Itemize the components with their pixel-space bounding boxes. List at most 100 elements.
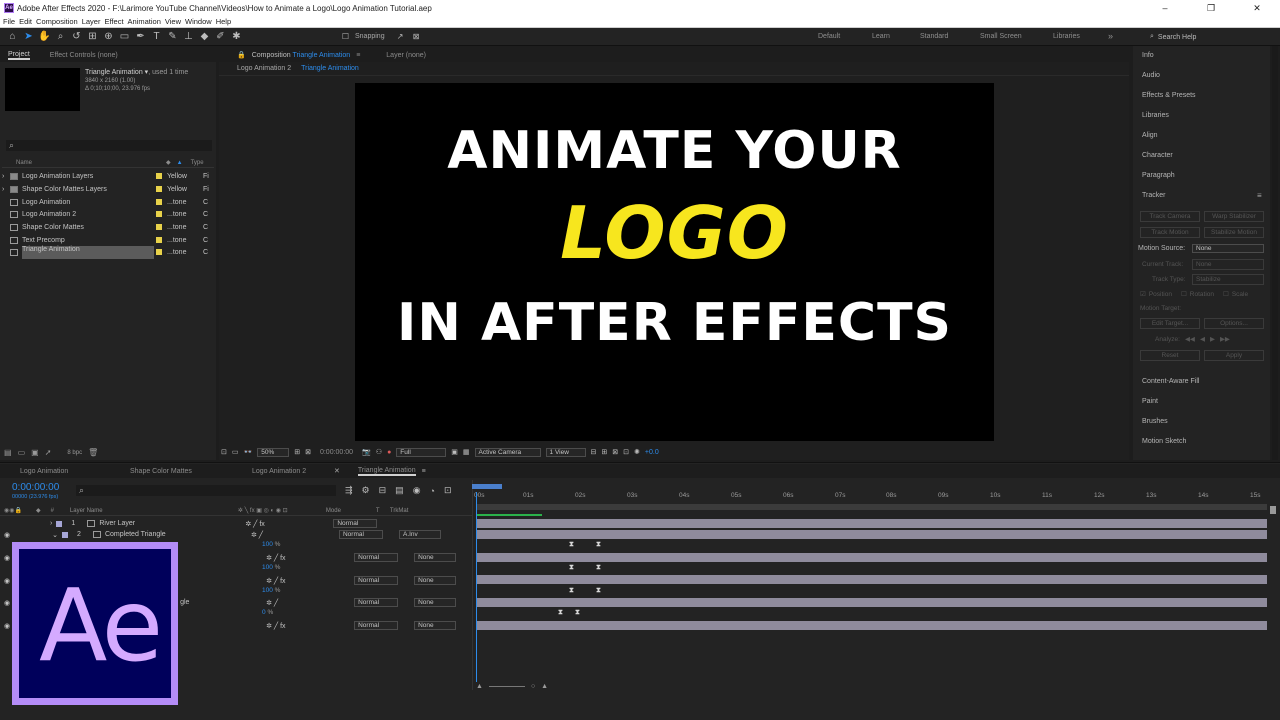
close-tab-icon[interactable]: ✕ bbox=[334, 467, 340, 475]
col-name[interactable]: Name bbox=[16, 160, 166, 166]
panel-motion-sketch[interactable]: Motion Sketch bbox=[1142, 438, 1186, 445]
track-type-select[interactable]: Stabilize bbox=[1192, 274, 1264, 285]
panel-brushes[interactable]: Brushes bbox=[1142, 418, 1168, 425]
trkmat-select[interactable]: None bbox=[414, 553, 457, 562]
motion-source-select[interactable]: None bbox=[1192, 244, 1264, 253]
analyze-forward-icon[interactable]: ▶▶ bbox=[1220, 335, 1230, 343]
expand-arrow-icon[interactable]: › bbox=[2, 173, 10, 180]
panel-paint[interactable]: Paint bbox=[1142, 398, 1158, 405]
panel-paragraph[interactable]: Paragraph bbox=[1142, 172, 1175, 179]
options-button[interactable]: Options... bbox=[1204, 318, 1264, 329]
work-area-start[interactable] bbox=[472, 484, 502, 489]
layer-row[interactable]: › 1 River Layer ✲ ╱ fx Normal bbox=[0, 518, 472, 529]
keyframe[interactable]: ⧗ bbox=[569, 564, 574, 572]
eye-icon[interactable]: ◉ bbox=[4, 577, 10, 585]
menu-help[interactable]: Help bbox=[216, 17, 231, 26]
eye-icon[interactable]: ◉ bbox=[4, 531, 10, 539]
reset-button[interactable]: Reset bbox=[1140, 350, 1200, 361]
expand-arrow-icon[interactable]: › bbox=[50, 520, 52, 527]
layer-switches[interactable]: ✲ ╱ fx bbox=[266, 554, 354, 562]
zoom-tool-icon[interactable]: ⌕ bbox=[54, 30, 67, 43]
expand-arrow-icon[interactable]: › bbox=[2, 186, 10, 193]
current-time-indicator[interactable] bbox=[476, 492, 477, 682]
zoom-in-icon[interactable]: ▲ bbox=[541, 683, 548, 690]
graph-editor-icon[interactable]: ◔ bbox=[430, 486, 435, 496]
position-checkbox[interactable]: ☑ bbox=[1140, 290, 1146, 298]
keyframe[interactable]: ⧗ bbox=[558, 609, 563, 617]
layer-switches[interactable]: ✲ ╱ fx bbox=[245, 520, 333, 528]
keyframe[interactable]: ⧗ bbox=[569, 587, 574, 595]
workspace-standard[interactable]: Standard bbox=[920, 33, 948, 40]
stabilize-motion-button[interactable]: Stabilize Motion bbox=[1204, 227, 1264, 238]
monitor-icon[interactable]: ▭ bbox=[232, 448, 239, 456]
menu-view[interactable]: View bbox=[165, 17, 181, 26]
comp-canvas[interactable]: ANIMATE YOUR LOGO IN AFTER EFFECTS bbox=[355, 83, 994, 441]
fast-preview-icon[interactable]: ⊡ bbox=[623, 448, 629, 456]
new-folder-icon[interactable]: ▭ bbox=[18, 448, 26, 457]
analyze-back-one-icon[interactable]: ◀ bbox=[1200, 335, 1205, 343]
zoom-slider[interactable] bbox=[488, 686, 525, 687]
rectangle-tool-icon[interactable]: ▭ bbox=[118, 30, 131, 43]
current-track-select[interactable]: None bbox=[1192, 259, 1264, 270]
menu-file[interactable]: File bbox=[3, 17, 15, 26]
toggle-pixel-icon[interactable]: ⊟ bbox=[591, 448, 597, 456]
mode-select[interactable]: Normal bbox=[354, 553, 399, 562]
views-select[interactable]: 1 View bbox=[545, 447, 586, 457]
breadcrumb-triangle-animation[interactable]: Triangle Animation bbox=[301, 65, 359, 72]
home-icon[interactable]: ⌂ bbox=[6, 30, 19, 43]
tab-composition[interactable]: Composition Triangle Animation bbox=[252, 52, 350, 59]
grid-icon[interactable]: ⊞ bbox=[294, 448, 300, 456]
keyframe[interactable]: ⧗ bbox=[575, 609, 580, 617]
col-mode[interactable]: Mode bbox=[326, 508, 376, 514]
project-search-input[interactable]: ⌕ bbox=[6, 140, 212, 151]
track-motion-button[interactable]: Track Motion bbox=[1140, 227, 1200, 238]
zoom-select[interactable]: 50% bbox=[257, 447, 290, 457]
opacity-value[interactable]: 0 % bbox=[262, 609, 273, 616]
panel-character[interactable]: Character bbox=[1142, 152, 1173, 159]
tab-effect-controls[interactable]: Effect Controls (none) bbox=[50, 52, 118, 59]
warp-stabilizer-button[interactable]: Warp Stabilizer bbox=[1204, 211, 1264, 222]
project-item[interactable]: › Shape Color Mattes Layers Yellow Fi bbox=[2, 183, 214, 196]
panel-effects-presets[interactable]: Effects & Presets bbox=[1142, 92, 1196, 99]
workspace-libraries[interactable]: Libraries bbox=[1053, 33, 1080, 40]
layer-bar[interactable] bbox=[477, 621, 1267, 630]
tab-logo-animation[interactable]: Logo Animation bbox=[20, 468, 100, 475]
render-preview-icon[interactable]: ⊠ bbox=[612, 448, 618, 456]
project-item[interactable]: Logo Animation 2 ...tone C bbox=[2, 208, 214, 221]
apply-button[interactable]: Apply bbox=[1204, 350, 1264, 361]
right-panel-scrollbar[interactable] bbox=[1272, 46, 1278, 460]
project-item[interactable]: Text Precomp ...tone C bbox=[2, 234, 214, 247]
eraser-tool-icon[interactable]: ◆ bbox=[198, 30, 211, 43]
menu-animation[interactable]: Animation bbox=[128, 17, 161, 26]
project-item[interactable]: › Logo Animation Layers Yellow Fi bbox=[2, 170, 214, 183]
keyframe[interactable]: ⧗ bbox=[569, 541, 574, 549]
layer-switches[interactable]: ✲ ╱ bbox=[266, 599, 354, 607]
snapping-checkbox[interactable]: ☐ bbox=[339, 30, 352, 43]
project-item[interactable]: Logo Animation ...tone C bbox=[2, 196, 214, 209]
roto-brush-tool-icon[interactable]: ✐ bbox=[214, 30, 227, 43]
timeline-menu-icon[interactable]: ≡ bbox=[422, 468, 426, 475]
panel-tracker[interactable]: Tracker bbox=[1142, 192, 1165, 199]
trkmat-select[interactable]: None bbox=[414, 598, 457, 607]
pan-behind-tool-icon[interactable]: ⊕ bbox=[102, 30, 115, 43]
panel-audio[interactable]: Audio bbox=[1142, 72, 1160, 79]
transparency-grid-icon[interactable]: ▦ bbox=[463, 448, 470, 456]
camera-tool-icon[interactable]: ⊞ bbox=[86, 30, 99, 43]
layer-row[interactable]: ◉ ⌄ 2 Completed Triangle ✲ ╱ Normal A.In… bbox=[0, 529, 472, 540]
timeline-timecode[interactable]: 0:00:00:00 bbox=[12, 482, 59, 493]
selection-tool-icon[interactable]: ➤ bbox=[22, 30, 35, 43]
col-trkmat[interactable]: TrkMat bbox=[390, 508, 408, 514]
type-tool-icon[interactable]: T bbox=[150, 30, 163, 43]
layer-bar[interactable] bbox=[477, 553, 1267, 562]
tab-logo-animation-2[interactable]: Logo Animation 2 bbox=[252, 468, 328, 475]
menu-edit[interactable]: Edit bbox=[19, 17, 32, 26]
timeline-search-input[interactable]: ⌕ bbox=[76, 485, 336, 496]
panel-libraries[interactable]: Libraries bbox=[1142, 112, 1169, 119]
hand-tool-icon[interactable]: ✋ bbox=[38, 30, 51, 43]
keyframe[interactable]: ⧗ bbox=[596, 587, 601, 595]
rotate-tool-icon[interactable]: ↺ bbox=[70, 30, 83, 43]
workspace-small-screen[interactable]: Small Screen bbox=[980, 33, 1022, 40]
show-snapshot-icon[interactable]: ⚇ bbox=[376, 448, 382, 456]
trkmat-select[interactable]: None bbox=[414, 621, 457, 630]
scale-checkbox[interactable]: ☐ bbox=[1223, 290, 1229, 298]
